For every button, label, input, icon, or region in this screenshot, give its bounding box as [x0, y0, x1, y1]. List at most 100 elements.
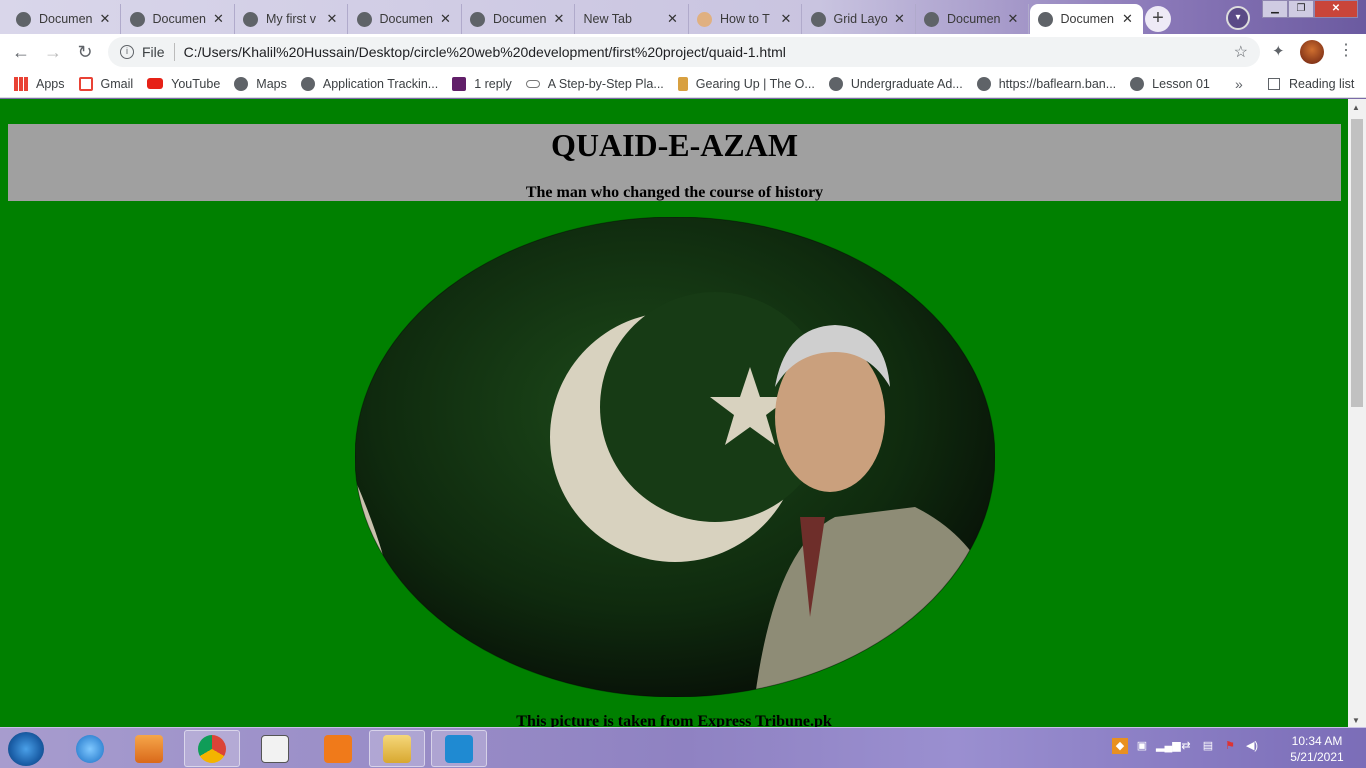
bookmark-item[interactable]: https://baflearn.ban... [976, 76, 1117, 91]
browser-tab[interactable]: Documen ✕ [8, 4, 121, 34]
tray-app-icon[interactable]: ◆ [1112, 738, 1128, 754]
close-window-button[interactable]: ✕ [1314, 0, 1358, 18]
close-tab-icon[interactable]: ✕ [98, 11, 112, 27]
globe-icon [300, 76, 315, 91]
bookmark-label: Gearing Up | The O... [695, 76, 815, 91]
menu-icon[interactable]: ⋮ [1338, 40, 1354, 60]
new-tab-button[interactable]: + [1145, 6, 1171, 32]
scroll-up-icon[interactable]: ▲ [1352, 103, 1360, 112]
minimize-button[interactable]: ▁ [1262, 0, 1288, 18]
browser-tab[interactable]: Documen ✕ [349, 4, 462, 34]
bookmark-item[interactable]: Lesson 01 [1130, 76, 1210, 91]
close-tab-icon[interactable]: ✕ [552, 11, 566, 27]
globe-icon [356, 11, 372, 27]
start-button[interactable] [8, 732, 44, 766]
page-subtitle: The man who changed the course of histor… [525, 184, 824, 201]
tab-label: Documen [1060, 12, 1115, 26]
tab-label: New Tab [583, 12, 632, 26]
browser-tab[interactable]: Documen ✕ [462, 4, 575, 34]
globe-icon [1130, 76, 1145, 91]
tab-label: Documen [379, 12, 434, 26]
taskbar: ◆ ▣ ▂▄▆ ⇄ ▤ ⚑ ◀) 10:34 AM 5/21/2021 [0, 727, 1366, 768]
bookmark-item[interactable]: YouTube [147, 77, 220, 91]
bookmark-item[interactable]: Application Trackin... [300, 76, 439, 91]
signal-icon[interactable]: ▂▄▆ [1156, 738, 1181, 754]
network-icon[interactable]: ⇄ [1178, 738, 1194, 754]
bookmark-item[interactable]: Apps [14, 76, 65, 91]
tab-search-icon[interactable]: ▾ [1226, 6, 1250, 30]
volume-icon[interactable]: ◀) [1244, 738, 1260, 754]
clock-date: 5/21/2021 [1290, 750, 1344, 764]
browser-tab[interactable]: Documen ✕ [1029, 4, 1143, 34]
browser-tab[interactable]: New Tab ✕ [576, 4, 689, 34]
bookmark-label: Application Trackin... [322, 76, 439, 91]
close-tab-icon[interactable]: ✕ [325, 11, 339, 27]
clock[interactable]: 10:34 AM 5/21/2021 [1282, 733, 1352, 765]
bookmark-item[interactable]: Gmail [78, 76, 133, 91]
scrollbar-thumb[interactable] [1351, 119, 1363, 407]
info-icon[interactable]: i [120, 45, 134, 59]
bookmark-star-icon[interactable]: ☆ [1234, 42, 1248, 62]
close-tab-icon[interactable]: ✕ [779, 11, 793, 27]
bookmark-item[interactable]: Gearing Up | The O... [677, 76, 815, 91]
window-controls: ▁ ❐ ✕ [1262, 0, 1358, 20]
more-bookmarks-icon[interactable]: » [1235, 76, 1243, 92]
vertical-scrollbar[interactable]: ▲ ▼ [1348, 99, 1366, 727]
media-player-icon[interactable] [121, 730, 177, 767]
close-tab-icon[interactable]: ✕ [1121, 11, 1135, 27]
display-icon[interactable]: ▤ [1200, 738, 1216, 754]
browser-tab[interactable]: Documen ✕ [916, 4, 1029, 34]
tab-label: How to T [720, 12, 770, 26]
url-text[interactable]: C:/Users/Khalil%20Hussain/Desktop/circle… [184, 44, 786, 60]
bookmark-item[interactable]: 1 reply [452, 76, 512, 91]
flag-icon[interactable]: ⚑ [1222, 738, 1238, 754]
bookmark-item[interactable]: A Step-by-Step Pla... [525, 77, 664, 91]
address-bar[interactable]: i File C:/Users/Khalil%20Hussain/Desktop… [108, 37, 1260, 67]
file-explorer-icon[interactable] [369, 730, 425, 767]
clock-time: 10:34 AM [1291, 734, 1343, 748]
image-caption: This picture is taken from Express Tribu… [516, 713, 832, 727]
extensions-icon[interactable]: ✦ [1272, 42, 1285, 60]
close-tab-icon[interactable]: ✕ [212, 11, 226, 27]
slack-icon [452, 76, 467, 91]
back-button[interactable]: ← [5, 42, 37, 63]
close-tab-icon[interactable]: ✕ [666, 11, 680, 27]
tab-label: Grid Layo [833, 12, 888, 26]
internet-explorer-icon[interactable] [62, 730, 118, 767]
foxit-pdf-icon[interactable] [310, 730, 366, 767]
browser-tab[interactable]: My first v ✕ [235, 4, 348, 34]
globe-icon [1037, 11, 1053, 27]
scheme-label: File [142, 44, 165, 60]
browser-tab[interactable]: Documen ✕ [122, 4, 235, 34]
close-tab-icon[interactable]: ✕ [1006, 11, 1020, 27]
bookmark-item[interactable]: Undergraduate Ad... [828, 76, 963, 91]
profile-avatar[interactable] [1300, 40, 1324, 64]
maximize-button[interactable]: ❐ [1288, 0, 1314, 18]
bookmark-label: Undergraduate Ad... [850, 76, 963, 91]
globe-icon [16, 11, 31, 27]
chrome-icon[interactable] [184, 730, 240, 767]
globe-icon [976, 76, 991, 91]
vscode-icon[interactable] [431, 730, 487, 767]
notepad-icon[interactable] [247, 730, 303, 767]
scroll-down-icon[interactable]: ▼ [1352, 716, 1360, 725]
bookmark-item[interactable]: Maps [234, 76, 287, 91]
tray-usb-icon[interactable]: ▣ [1134, 738, 1150, 754]
face-icon [697, 11, 712, 27]
forward-button[interactable]: → [37, 42, 69, 63]
tab-label: My first v [266, 12, 316, 26]
reading-list-icon [1268, 77, 1280, 90]
tab-label: Documen [493, 12, 547, 26]
close-tab-icon[interactable]: ✕ [439, 11, 453, 27]
mug-icon [677, 76, 688, 91]
address-toolbar: ← → ↻ i File C:/Users/Khalil%20Hussain/D… [0, 34, 1366, 70]
reload-button[interactable]: ↻ [69, 42, 101, 63]
globe-icon [810, 11, 826, 27]
browser-tab[interactable]: Grid Layo ✕ [803, 4, 916, 34]
globe-icon [243, 11, 258, 27]
bookmark-label: https://baflearn.ban... [998, 76, 1117, 91]
reading-list-button[interactable]: Reading list [1268, 77, 1354, 91]
page-header: QUAID-E-AZAM The man who changed the cou… [8, 124, 1341, 201]
browser-tab[interactable]: How to T ✕ [689, 4, 802, 34]
close-tab-icon[interactable]: ✕ [893, 11, 907, 27]
